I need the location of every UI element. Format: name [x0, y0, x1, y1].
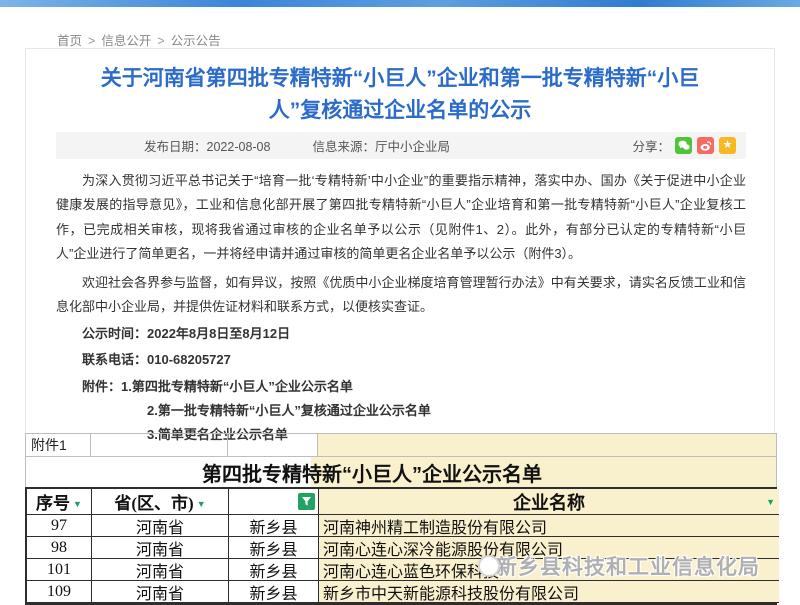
breadcrumb-item: 公示公告	[171, 34, 221, 48]
table-cell: 97	[27, 515, 92, 537]
table-cell: 河南省	[92, 537, 229, 559]
filter-dropdown-icon[interactable]: ▼	[766, 497, 775, 507]
table-cell: 河南省	[92, 515, 229, 537]
breadcrumb-item[interactable]: 首页	[57, 34, 82, 48]
annex-label: 附件1	[26, 435, 67, 455]
column-header-company[interactable]: 企业名称▼	[319, 489, 779, 515]
annex-label-row: 附件1	[25, 433, 777, 457]
wechat-share-icon[interactable]	[675, 137, 692, 154]
weibo-share-icon[interactable]	[697, 137, 714, 154]
meta-bar: 发布日期：2022-08-08 信息来源：厅中小企业局 分享： ★	[56, 132, 746, 159]
table-grid: 序号▼ 省(区、市)▼ 企业名称▼ 97河南省新乡县河南神州精工制造股份有限公司…	[25, 487, 777, 605]
active-filter-icon[interactable]	[298, 493, 315, 510]
filter-dropdown-icon[interactable]: ▼	[197, 499, 206, 509]
table-cell: 新乡县	[229, 559, 319, 581]
column-header-county[interactable]	[229, 489, 319, 515]
attachment-line-2[interactable]: 2.第一批专精特新“小巨人”复核通过企业公示名单	[56, 399, 746, 423]
qzone-star-share-icon[interactable]: ★	[719, 137, 736, 154]
public-time-line: 公示时间：2022年8月8日至8月12日	[56, 322, 746, 346]
attachment-line-1: 附件：1.第四批专精特新“小巨人”企业公示名单	[56, 375, 746, 399]
publish-date: 发布日期：2022-08-08	[144, 136, 270, 155]
breadcrumb: 首页 > 信息公开 > 公示公告	[57, 30, 221, 49]
share-label: 分享：	[632, 136, 670, 155]
table-cell: 新乡县	[229, 537, 319, 559]
table-cell: 河南心连心深冷能源股份有限公司	[319, 537, 779, 559]
breadcrumb-separator: >	[157, 34, 164, 48]
breadcrumb-separator: >	[88, 34, 95, 48]
table-cell: 101	[27, 559, 92, 581]
table-cell: 新乡县	[229, 515, 319, 537]
filter-dropdown-icon[interactable]: ▼	[73, 499, 82, 509]
paragraph: 欢迎社会各界参与监督，如有异议，按照《优质中小企业梯度培育管理暂行办法》中有关要…	[56, 271, 746, 320]
table-cell: 98	[27, 537, 92, 559]
contact-phone-line: 联系电话：010-68205727	[56, 348, 746, 372]
info-source: 信息来源：厅中小企业局	[312, 136, 450, 155]
paragraph: 为深入贯彻习近平总书记关于“培育一批‘专精特新’中小企业”的重要指示精神，落实中…	[56, 169, 746, 267]
table-title: 第四批专精特新“小巨人”企业公示名单	[25, 457, 777, 487]
column-header-province[interactable]: 省(区、市)▼	[92, 489, 229, 515]
attachment-link[interactable]: 1.第四批专精特新“小巨人”企业公示名单	[121, 379, 353, 394]
table-cell: 河南心连心蓝色环保科技	[319, 559, 779, 581]
table-cell: 河南神州精工制造股份有限公司	[319, 515, 779, 537]
page-title: 关于河南省第四批专精特新“小巨人”企业和第一批专精特新“小巨人”复核通过企业名单…	[78, 63, 722, 126]
table-cell: 河南省	[92, 559, 229, 581]
breadcrumb-item[interactable]: 信息公开	[101, 34, 151, 48]
share-section: 分享： ★	[632, 136, 736, 155]
annex-table: 附件1 第四批专精特新“小巨人”企业公示名单 序号▼ 省(区、市)▼ 企业名称▼…	[25, 433, 777, 605]
top-nav-strip	[0, 0, 800, 7]
column-header-index[interactable]: 序号▼	[27, 489, 92, 515]
